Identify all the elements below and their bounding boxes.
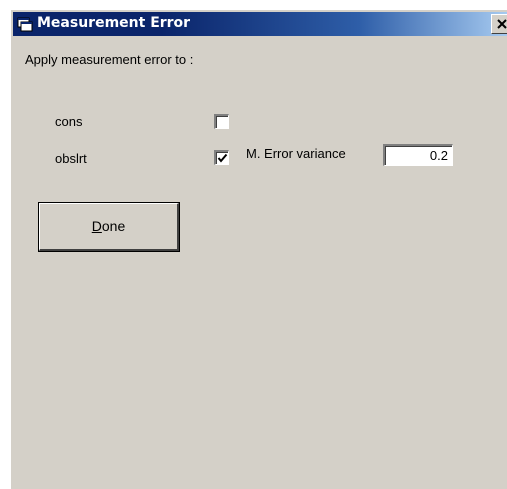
done-label: one (101, 218, 126, 234)
app-window-icon (17, 16, 33, 32)
measurement-error-dialog: Measurement Error Apply measurement erro… (10, 9, 507, 489)
cons-checkbox[interactable] (214, 114, 229, 129)
close-icon (497, 19, 507, 29)
done-button[interactable]: Done (39, 203, 179, 251)
obslrt-checkbox[interactable] (214, 150, 229, 165)
error-variance-label: M. Error variance (246, 146, 346, 161)
cons-label: cons (55, 114, 83, 129)
obslrt-label: obslrt (55, 151, 87, 166)
instruction-text: Apply measurement error to : (25, 52, 194, 67)
close-button[interactable] (491, 14, 507, 34)
done-mnemonic: D (91, 218, 102, 234)
error-variance-input[interactable]: 0.2 (383, 144, 453, 166)
checkmark-icon (217, 153, 228, 163)
window-title: Measurement Error (37, 15, 191, 31)
title-bar[interactable]: Measurement Error (13, 12, 507, 36)
